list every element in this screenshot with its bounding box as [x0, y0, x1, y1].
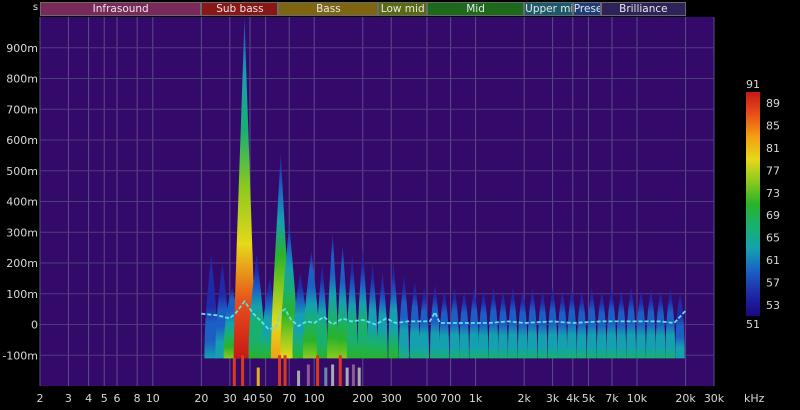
- transient-mark: [232, 358, 236, 386]
- x-tick-label: 2k: [517, 392, 531, 405]
- x-tick-label: 700: [440, 392, 461, 405]
- transient-mark: [324, 367, 328, 386]
- x-tick-label: 30k: [704, 392, 725, 405]
- x-tick-label: 50: [259, 392, 273, 405]
- y-tick-label: 100m: [6, 288, 38, 301]
- y-tick-label: 200m: [6, 257, 38, 270]
- x-tick-label: 20: [194, 392, 208, 405]
- x-tick-label: 70: [282, 392, 296, 405]
- y-tick-label: 300m: [6, 226, 38, 239]
- y-tick-label: 800m: [6, 73, 38, 86]
- colorbar-tick-label: 57: [766, 276, 780, 289]
- colorbar: [746, 92, 760, 316]
- y-tick-label: 0: [31, 319, 38, 332]
- x-tick-label: 20k: [675, 392, 696, 405]
- colorbar-tick-label: 61: [766, 254, 780, 267]
- transient-mark: [256, 367, 260, 386]
- colorbar-tick-label: 53: [766, 299, 780, 312]
- y-tick-label: 500m: [6, 165, 38, 178]
- x-tick-label: 5k: [582, 392, 596, 405]
- x-unit-label: kHz: [744, 392, 765, 405]
- x-tick-label: 10k: [627, 392, 648, 405]
- colorbar-tick-label: 65: [766, 232, 780, 245]
- x-tick-label: 2: [37, 392, 44, 405]
- transient-mark: [351, 364, 355, 386]
- colorbar-tick-label: 81: [766, 142, 780, 155]
- x-tick-label: 6: [114, 392, 121, 405]
- x-tick-label: 4: [85, 392, 92, 405]
- colorbar-tick-label: 69: [766, 209, 780, 222]
- transient-mark: [331, 364, 335, 386]
- colorbar-tick-label: 89: [766, 97, 780, 110]
- transient-mark: [306, 364, 310, 386]
- y-tick-label: 700m: [6, 103, 38, 116]
- transient-mark: [357, 367, 361, 386]
- colorbar-max-label: 91: [746, 78, 760, 91]
- x-tick-label: 40: [243, 392, 257, 405]
- transient-mark: [338, 355, 342, 386]
- x-tick-label: 8: [134, 392, 141, 405]
- x-tick-label: 30: [223, 392, 237, 405]
- x-tick-label: 4k: [566, 392, 580, 405]
- x-tick-label: 500: [417, 392, 438, 405]
- spectrogram-chart[interactable]: 2 3 4 5 6 8 10 20 30 40 50 70 100 200 300 500 700 1k 2k 3k 4…: [0, 0, 800, 410]
- x-tick-label: 1k: [469, 392, 483, 405]
- x-tick-label: 100: [304, 392, 325, 405]
- x-tick-label: 3k: [546, 392, 560, 405]
- x-tick-label: 5: [101, 392, 108, 405]
- transient-mark: [283, 355, 287, 386]
- y-tick-label: 400m: [6, 196, 38, 209]
- y-tick-label: -100m: [2, 349, 38, 362]
- transient-mark: [316, 355, 320, 386]
- colorbar-tick-label: 73: [766, 187, 780, 200]
- transient-mark: [345, 367, 349, 386]
- x-tick-label: 7k: [605, 392, 619, 405]
- y-tick-label: 900m: [6, 42, 38, 55]
- colorbar-min-label: 51: [746, 318, 760, 331]
- x-tick-label: 10: [146, 392, 160, 405]
- spectrum-analyzer-window: s Infrasound Sub bass Bass Low mid Mid Upper …: [0, 0, 800, 410]
- transient-mark: [297, 370, 301, 386]
- colorbar-tick-label: 85: [766, 120, 780, 133]
- transient-mark: [278, 355, 282, 386]
- x-tick-label: 300: [381, 392, 402, 405]
- transient-mark: [241, 355, 245, 386]
- y-tick-label: 600m: [6, 134, 38, 147]
- x-tick-label: 3: [65, 392, 72, 405]
- x-tick-label: 200: [352, 392, 373, 405]
- colorbar-tick-label: 77: [766, 164, 780, 177]
